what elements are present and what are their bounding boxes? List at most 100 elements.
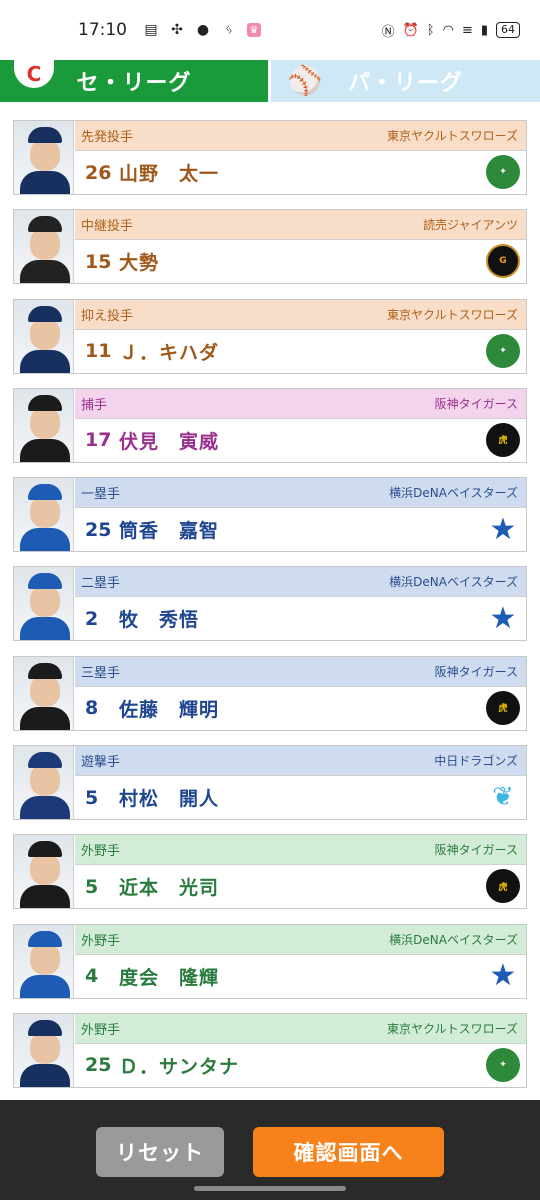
uniform-number: 25 bbox=[85, 1054, 112, 1077]
player-name: 度会 隆輝 bbox=[119, 966, 220, 989]
team-name: 東京ヤクルトスワローズ bbox=[386, 1021, 518, 1036]
card-header: 先発投手 東京ヤクルトスワローズ bbox=[75, 121, 526, 151]
card-header: 捕手 阪神タイガース bbox=[75, 388, 526, 419]
tab-central-league[interactable]: C セ・リーグ bbox=[0, 60, 268, 102]
uniform-number: 5 bbox=[85, 786, 99, 809]
uniform-shape bbox=[20, 796, 70, 820]
league-tabs: C セ・リーグ ⚾ パ・リーグ bbox=[0, 60, 540, 102]
position-label: 捕手 bbox=[81, 397, 108, 413]
player-card[interactable]: 二塁手 横浜DeNAベイスターズ 2 牧 秀悟 ★ bbox=[13, 566, 527, 642]
player-name-row: 8 佐藤 輝明 bbox=[75, 687, 526, 730]
player-card[interactable]: 一塁手 横浜DeNAベイスターズ 25 筒香 嘉智 ★ bbox=[13, 477, 527, 553]
player-card[interactable]: 遊撃手 中日ドラゴンズ 5 村松 開人 ❦ bbox=[13, 745, 527, 821]
cap-shape bbox=[28, 662, 62, 679]
baystars-logo-icon: ★ bbox=[489, 511, 517, 547]
player-photo bbox=[14, 121, 74, 194]
pacific-league-logo-icon: ⚾ bbox=[287, 63, 323, 97]
reset-button[interactable]: リセット bbox=[96, 1127, 224, 1177]
player-photo bbox=[14, 299, 74, 373]
nfc-icon: Ⓝ bbox=[381, 24, 395, 40]
fan-icon: ✣ bbox=[171, 22, 183, 38]
cap-shape bbox=[28, 930, 62, 947]
player-name-row: 5 村松 開人 bbox=[75, 776, 526, 819]
player-card[interactable]: 外野手 東京ヤクルトスワローズ 25 Ｄ．サンタナ ✦ bbox=[13, 1012, 527, 1088]
uniform-number: 26 bbox=[85, 161, 112, 184]
player-name: 伏見 寅威 bbox=[119, 430, 220, 453]
cap-shape bbox=[28, 752, 62, 769]
player-card[interactable]: 捕手 阪神タイガース 17 伏見 寅威 虎 bbox=[13, 387, 527, 463]
position-label: 中継投手 bbox=[81, 219, 134, 235]
card-header: 遊撃手 中日ドラゴンズ bbox=[75, 746, 526, 777]
baystars-logo-icon: ★ bbox=[489, 600, 517, 636]
team-name: 東京ヤクルトスワローズ bbox=[386, 307, 518, 322]
player-list: 先発投手 東京ヤクルトスワローズ 26 山野 太一 ✦ 中継投手 読売ジャイアンツ 15 大勢 G… bbox=[13, 120, 527, 1102]
battery-icon: 64 bbox=[496, 22, 520, 38]
uniform-shape bbox=[20, 438, 70, 462]
player-name: Ｄ．サンタナ bbox=[119, 1055, 240, 1078]
face-shape bbox=[30, 139, 60, 171]
team-name: 横浜DeNAベイスターズ bbox=[389, 486, 518, 501]
team-name: 読売ジャイアンツ bbox=[423, 218, 518, 233]
status-time: 17:10 bbox=[78, 20, 127, 40]
tab-pacific-label: パ・リーグ bbox=[347, 71, 463, 96]
uniform-shape bbox=[20, 617, 70, 641]
bluetooth-icon: ᛒ bbox=[426, 22, 435, 38]
cap-shape bbox=[28, 305, 62, 322]
dragons-logo-icon: ❦ bbox=[492, 782, 514, 813]
baystars-logo-icon: ★ bbox=[489, 958, 517, 994]
player-card[interactable]: 外野手 横浜DeNAベイスターズ 4 度会 隆輝 ★ bbox=[13, 923, 527, 999]
uniform-shape bbox=[20, 706, 70, 730]
swallows-logo-icon: ✦ bbox=[486, 1047, 520, 1082]
face-shape bbox=[30, 942, 60, 975]
card-header: 中継投手 読売ジャイアンツ bbox=[75, 210, 526, 241]
team-name: 阪神タイガース bbox=[434, 843, 518, 858]
player-card[interactable]: 抑え投手 東京ヤクルトスワローズ 11 Ｊ．キハダ ✦ bbox=[13, 298, 527, 374]
home-indicator[interactable] bbox=[194, 1186, 346, 1191]
position-label: 三塁手 bbox=[81, 665, 121, 681]
cap-shape bbox=[28, 573, 62, 590]
uniform-number: 17 bbox=[85, 429, 112, 452]
player-name-row: 25 Ｄ．サンタナ bbox=[75, 1044, 526, 1087]
team-name: 中日ドラゴンズ bbox=[434, 754, 518, 769]
card-header: 外野手 東京ヤクルトスワローズ bbox=[75, 1013, 526, 1044]
app-notification-icon: ♛ bbox=[247, 23, 261, 37]
team-name: 阪神タイガース bbox=[434, 664, 518, 679]
bottom-action-bar: リセット 確認画面へ bbox=[0, 1100, 540, 1200]
player-card[interactable]: 外野手 阪神タイガース 5 近本 光司虎 bbox=[13, 834, 527, 910]
player-card[interactable]: 三塁手 阪神タイガース 8 佐藤 輝明 虎 bbox=[13, 655, 527, 731]
wifi-icon: ◠ bbox=[442, 22, 454, 38]
confirm-button[interactable]: 確認画面へ bbox=[253, 1127, 444, 1177]
uniform-number: 11 bbox=[85, 340, 112, 363]
baseball-icon: ● bbox=[196, 22, 210, 38]
player-name-row: 2 牧 秀悟 bbox=[75, 597, 526, 640]
player-photo bbox=[14, 1013, 74, 1087]
uniform-number: 8 bbox=[85, 697, 99, 720]
player-photo bbox=[14, 656, 74, 730]
team-name: 横浜DeNAベイスターズ bbox=[389, 932, 518, 947]
position-label: 外野手 bbox=[81, 844, 121, 860]
position-label: 外野手 bbox=[81, 933, 121, 949]
uniform-number: 4 bbox=[85, 965, 99, 988]
card-header: 三塁手 阪神タイガース bbox=[75, 656, 526, 687]
uniform-shape bbox=[20, 528, 70, 552]
position-label: 抑え投手 bbox=[81, 308, 134, 324]
player-name: Ｊ．キハダ bbox=[119, 341, 220, 364]
signal-icon: ▮ bbox=[480, 22, 488, 38]
uniform-number: 25 bbox=[85, 518, 112, 541]
position-label: 外野手 bbox=[81, 1022, 121, 1038]
position-label: 先発投手 bbox=[81, 130, 134, 145]
face-shape bbox=[30, 764, 60, 797]
player-name: 筒香 嘉智 bbox=[119, 520, 220, 543]
swallows-logo-icon: ✦ bbox=[486, 333, 520, 368]
uniform-shape bbox=[20, 974, 70, 998]
sparkle-icon: ᛃ bbox=[224, 22, 234, 38]
player-card[interactable]: 先発投手 東京ヤクルトスワローズ 26 山野 太一 ✦ bbox=[13, 120, 527, 195]
swallows-logo-icon: ✦ bbox=[486, 155, 520, 189]
tab-pacific-league[interactable]: ⚾ パ・リーグ bbox=[268, 60, 540, 102]
face-shape bbox=[30, 317, 60, 350]
cap-shape bbox=[28, 484, 62, 501]
player-card[interactable]: 中継投手 読売ジャイアンツ 15 大勢 G bbox=[13, 209, 527, 285]
status-bar: 17:10 ▤ ✣ ● ᛃ ♛ Ⓝ ⏰ ᛒ ◠ ≡ ▮ 64 bbox=[0, 0, 540, 60]
cap-shape bbox=[28, 216, 62, 233]
face-shape bbox=[30, 496, 60, 529]
